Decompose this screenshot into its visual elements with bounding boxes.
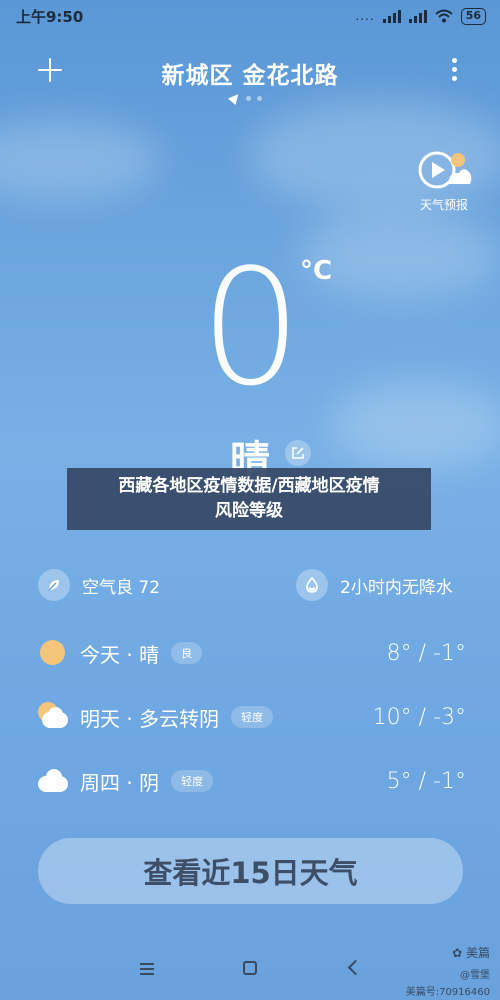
day-temp-range: 10° / -3° — [372, 704, 466, 730]
day-name: 明天 · 多云转阴 — [80, 706, 220, 731]
sun-cloud-icon — [38, 702, 68, 732]
air-quality-label: 空气良 72 — [82, 577, 161, 598]
more-vertical-icon[interactable] — [452, 58, 458, 82]
day-name: 周四 · 阴 — [80, 770, 160, 795]
sun-icon — [38, 638, 68, 668]
play-cloud-icon — [418, 151, 472, 189]
current-temperature: 0 — [200, 234, 302, 421]
watermark-id: 美篇号:70916460 — [405, 987, 490, 998]
status-icons: .... 56 — [355, 7, 486, 25]
forecast-day-tomorrow[interactable]: 明天 · 多云转阴 轻度 10° / -3° — [38, 699, 466, 735]
forecast-video-button[interactable]: 天气预报 — [412, 148, 476, 213]
home-icon[interactable] — [243, 961, 257, 975]
menu-icon[interactable] — [140, 963, 154, 975]
aqi-badge: 轻度 — [231, 706, 274, 728]
edit-icon[interactable] — [285, 440, 311, 466]
day-temp-range: 8° / -1° — [386, 640, 466, 666]
day-name: 今天 · 晴 — [80, 642, 160, 667]
forecast-day-thursday[interactable]: 周四 · 阴 轻度 5° / -1° — [38, 763, 466, 799]
location-arrow-icon — [227, 90, 243, 106]
signal-icon-2 — [408, 9, 427, 23]
page-indicator — [227, 90, 262, 106]
back-icon[interactable] — [347, 959, 364, 976]
aqi-badge: 轻度 — [171, 770, 214, 792]
overlay-line-1: 西藏各地区疫情数据/西藏地区疫情 — [118, 476, 380, 496]
air-quality[interactable]: 空气良 72 — [38, 569, 160, 601]
rain-label: 2小时内无降水 — [340, 577, 453, 598]
view-15-day-button[interactable]: 查看近15日天气 — [38, 838, 463, 904]
leaf-icon — [38, 569, 70, 601]
aqi-badge: 良 — [171, 642, 203, 664]
navigation-bar — [0, 955, 500, 985]
status-time: 上午9:50 — [16, 8, 84, 26]
temperature-unit: °C — [300, 256, 333, 286]
day-temp-range: 5° / -1° — [386, 768, 466, 794]
signal-icon — [382, 9, 401, 23]
raindrop-icon — [296, 569, 328, 601]
network-dots: .... — [355, 9, 375, 23]
cloud-icon — [38, 766, 68, 796]
location-title[interactable]: 新城区 金花北路 — [0, 56, 500, 90]
wifi-icon — [435, 9, 453, 23]
overlay-line-2: 风险等级 — [215, 501, 283, 521]
forecast-label: 天气预报 — [419, 198, 468, 212]
article-title-overlay: 西藏各地区疫情数据/西藏地区疫情 风险等级 — [67, 468, 431, 530]
status-bar: 上午9:50 .... 56 — [0, 0, 500, 34]
rain-forecast[interactable]: 2小时内无降水 — [296, 569, 453, 601]
battery-icon: 56 — [460, 7, 486, 25]
forecast-day-today[interactable]: 今天 · 晴 良 8° / -1° — [38, 635, 466, 671]
